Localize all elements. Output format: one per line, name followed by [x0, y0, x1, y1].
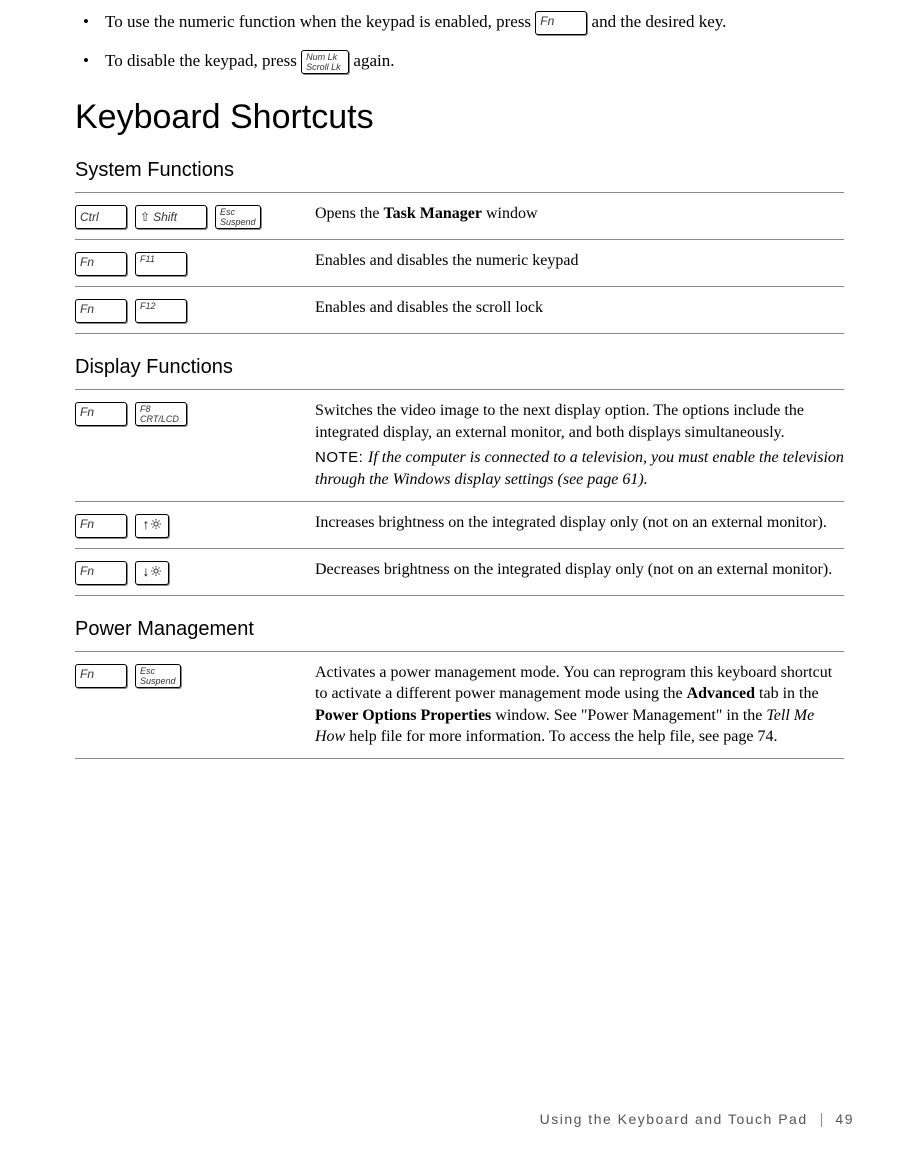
key-combo: Fn F12: [75, 287, 315, 334]
table-row: Ctrl ⇧Shift EscSuspend Opens the Task Ma…: [75, 193, 844, 240]
page-heading: Keyboard Shortcuts: [75, 98, 844, 137]
key-combo: Fn EscSuspend: [75, 651, 315, 758]
bullet-item: To use the numeric function when the key…: [75, 10, 844, 35]
f11-key-icon: F11: [135, 252, 187, 276]
table-row: Fn EscSuspend Activates a power manageme…: [75, 651, 844, 758]
shortcut-description: Enables and disables the scroll lock: [315, 287, 844, 334]
section-title-display: Display Functions: [75, 356, 844, 379]
bullet-text-post: again.: [353, 51, 394, 70]
fn-key-icon: Fn: [75, 514, 127, 538]
f8-key-icon: F8CRT/LCD: [135, 402, 187, 426]
system-functions-table: Ctrl ⇧Shift EscSuspend Opens the Task Ma…: [75, 192, 844, 334]
fn-key-icon: Fn: [75, 252, 127, 276]
table-row: Fn ↓ Decreases brightness on the integra…: [75, 548, 844, 595]
fn-key-icon: Fn: [535, 11, 587, 35]
page-number: 49: [835, 1111, 854, 1127]
key-combo: Fn F11: [75, 240, 315, 287]
numlk-key-icon: Num Lk Scroll Lk: [301, 50, 349, 74]
shortcut-description: Opens the Task Manager window: [315, 193, 844, 240]
page-footer: Using the Keyboard and Touch Pad 49: [540, 1111, 854, 1127]
brightness-down-key-icon: ↓: [135, 561, 169, 585]
bullet-text-pre: To disable the keypad, press: [105, 51, 301, 70]
footer-divider: [821, 1113, 822, 1127]
key-combo: Fn ↑: [75, 501, 315, 548]
fn-key-icon: Fn: [75, 299, 127, 323]
key-combo: Fn ↓: [75, 548, 315, 595]
fn-key-icon: Fn: [75, 561, 127, 585]
power-management-table: Fn EscSuspend Activates a power manageme…: [75, 651, 844, 759]
ctrl-key-icon: Ctrl: [75, 205, 127, 229]
shortcut-description: Activates a power management mode. You c…: [315, 651, 844, 758]
shift-key-icon: ⇧Shift: [135, 205, 207, 229]
section-title-system: System Functions: [75, 159, 844, 182]
intro-bullets: To use the numeric function when the key…: [75, 10, 844, 74]
brightness-up-key-icon: ↑: [135, 514, 169, 538]
table-row: Fn ↑ Increases brightness on the integra…: [75, 501, 844, 548]
display-functions-table: Fn F8CRT/LCD Switches the video image to…: [75, 389, 844, 595]
shortcut-description: Increases brightness on the integrated d…: [315, 501, 844, 548]
fn-key-icon: Fn: [75, 664, 127, 688]
table-row: Fn F8CRT/LCD Switches the video image to…: [75, 390, 844, 501]
f12-key-icon: F12: [135, 299, 187, 323]
footer-text: Using the Keyboard and Touch Pad: [540, 1111, 808, 1127]
table-row: Fn F12 Enables and disables the scroll l…: [75, 287, 844, 334]
key-combo: Fn F8CRT/LCD: [75, 390, 315, 501]
esc-key-icon: EscSuspend: [215, 205, 261, 229]
bullet-text-pre: To use the numeric function when the key…: [105, 12, 535, 31]
key-combo: Ctrl ⇧Shift EscSuspend: [75, 193, 315, 240]
shortcut-description: Decreases brightness on the integrated d…: [315, 548, 844, 595]
shortcut-description: Enables and disables the numeric keypad: [315, 240, 844, 287]
bullet-text-post: and the desired key.: [592, 12, 727, 31]
esc-key-icon: EscSuspend: [135, 664, 181, 688]
bullet-item: To disable the keypad, press Num Lk Scro…: [75, 49, 844, 74]
fn-key-icon: Fn: [75, 402, 127, 426]
shortcut-description: Switches the video image to the next dis…: [315, 390, 844, 501]
table-row: Fn F11 Enables and disables the numeric …: [75, 240, 844, 287]
section-title-power: Power Management: [75, 618, 844, 641]
